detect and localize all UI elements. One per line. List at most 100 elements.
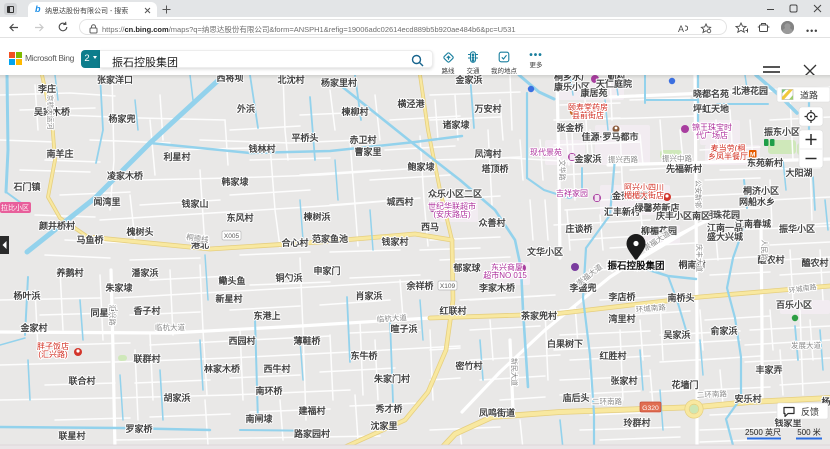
svg-text:X109: X109 — [440, 283, 456, 290]
svg-text:振东小区: 振东小区 — [764, 126, 800, 137]
svg-text:钱林村: 钱林村 — [248, 143, 275, 154]
svg-text:红胜村: 红胜村 — [599, 350, 626, 361]
svg-text:道路: 道路 — [800, 90, 818, 101]
svg-text:建福村: 建福村 — [298, 405, 325, 416]
svg-text:余祥桥: 余祥桥 — [405, 280, 434, 291]
svg-text:佳源·罗马都市: 佳源·罗马都市 — [582, 131, 639, 142]
svg-text:北港花园: 北港花园 — [732, 85, 768, 96]
svg-text:联群村: 联群村 — [133, 353, 160, 364]
svg-text:沈家里: 沈家里 — [370, 420, 397, 431]
svg-text:李店桥: 李店桥 — [607, 291, 636, 302]
svg-text:临杭大道: 临杭大道 — [155, 322, 185, 332]
svg-text:振华小区: 振华小区 — [779, 223, 815, 234]
svg-text:吉祥家园: 吉祥家园 — [556, 188, 588, 198]
svg-text:丰家弄: 丰家弄 — [755, 364, 782, 375]
svg-text:二环南路: 二环南路 — [697, 388, 728, 400]
svg-text:胡家浜: 胡家浜 — [163, 392, 190, 403]
svg-text:联合村: 联合村 — [68, 375, 95, 386]
svg-text:2500 英尺: 2500 英尺 — [745, 427, 781, 437]
svg-text:楣楣大街店: 楣楣大街店 — [624, 190, 664, 200]
svg-text:槐树头: 槐树头 — [125, 226, 153, 237]
svg-text:乡凤半餐厅: 乡凤半餐厅 — [708, 151, 748, 161]
svg-text:横泾港: 横泾港 — [397, 98, 425, 109]
svg-text:钱家山: 钱家山 — [181, 198, 208, 209]
svg-text:发展大道: 发展大道 — [791, 340, 821, 350]
svg-text:现代景苑: 现代景苑 — [530, 147, 562, 157]
svg-text:西牛村: 西牛村 — [263, 363, 290, 374]
svg-text:颜井桥村: 颜井桥村 — [39, 220, 75, 231]
svg-text:西园村: 西园村 — [228, 335, 255, 346]
svg-text:县前街店: 县前街店 — [572, 110, 604, 120]
svg-text:茶家兜村: 茶家兜村 — [520, 310, 557, 321]
svg-text:暄子浜: 暄子浜 — [390, 323, 417, 334]
svg-text:金家浜: 金家浜 — [573, 153, 601, 164]
svg-text:桐济小区: 桐济小区 — [743, 185, 779, 196]
svg-text:李庄: 李庄 — [37, 83, 56, 94]
svg-text:醠农村: 醠农村 — [801, 257, 828, 268]
svg-text:振兴中路: 振兴中路 — [662, 153, 692, 163]
svg-text:人民路: 人民路 — [760, 240, 769, 261]
svg-text:郁家球: 郁家球 — [452, 262, 481, 273]
svg-text:南桥头: 南桥头 — [667, 292, 694, 303]
svg-text:杨家兜: 杨家兜 — [108, 113, 135, 124]
svg-text:庙后头: 庙后头 — [562, 392, 589, 403]
svg-text:金家村: 金家村 — [19, 322, 47, 333]
svg-text:吴家浜: 吴家浜 — [663, 329, 690, 340]
svg-text:杨叶浜: 杨叶浜 — [13, 290, 40, 301]
svg-text:张家村: 张家村 — [610, 375, 637, 386]
svg-text:利星村: 利星村 — [162, 151, 190, 162]
svg-text:500 米: 500 米 — [797, 427, 821, 437]
svg-text:X005: X005 — [224, 233, 240, 240]
svg-text:俞家浜: 俞家浜 — [709, 325, 737, 336]
svg-text:西马: 西马 — [421, 222, 439, 232]
svg-text:范家鱼池: 范家鱼池 — [312, 233, 348, 244]
svg-text:振石控股集团: 振石控股集团 — [607, 260, 664, 272]
svg-text:湾里村: 湾里村 — [608, 313, 635, 324]
svg-text:楝柳村: 楝柳村 — [341, 106, 368, 117]
svg-text:南闸埭: 南闸埭 — [245, 413, 273, 424]
svg-text:肖家浜: 肖家浜 — [355, 290, 382, 301]
svg-text:南羊庄: 南羊庄 — [46, 148, 73, 159]
svg-text:G320: G320 — [642, 405, 659, 412]
svg-text:(汇兴路): (汇兴路) — [38, 349, 68, 359]
svg-text:潘家浜: 潘家浜 — [131, 267, 158, 278]
svg-text:振兴西路: 振兴西路 — [608, 154, 638, 164]
svg-text:新星村: 新星村 — [215, 293, 242, 304]
svg-text:安乐村: 安乐村 — [734, 393, 761, 404]
svg-text:凤鸣街道: 凤鸣街道 — [479, 407, 515, 418]
svg-text:南环桥: 南环桥 — [255, 385, 283, 396]
svg-text:东牛桥: 东牛桥 — [350, 350, 378, 361]
svg-text:鳓头鱼: 鳓头鱼 — [218, 275, 245, 286]
svg-text:文华路: 文华路 — [558, 160, 567, 181]
svg-text:韩家埭: 韩家埭 — [221, 176, 249, 187]
svg-text:文华小区: 文华小区 — [526, 246, 563, 257]
svg-text:东苑新村: 东苑新村 — [747, 157, 783, 168]
svg-text:拉比小区: 拉比小区 — [1, 203, 29, 212]
svg-text:众善村: 众善村 — [478, 217, 505, 228]
svg-text:坪虹天地: 坪虹天地 — [693, 103, 729, 114]
svg-text:养鹅村: 养鹅村 — [55, 267, 83, 278]
svg-text:张金桥: 张金桥 — [556, 122, 584, 133]
svg-text:网船水乡: 网船水乡 — [739, 196, 775, 207]
svg-text:万安村: 万安村 — [473, 103, 501, 114]
svg-text:塔顶桥: 塔顶桥 — [481, 163, 509, 174]
svg-text:凌家木桥: 凌家木桥 — [107, 170, 144, 181]
svg-text:盛大兴城: 盛大兴城 — [707, 231, 743, 242]
svg-text:路家园村: 路家园村 — [294, 428, 330, 439]
svg-text:众乐小区二区: 众乐小区二区 — [428, 188, 482, 199]
svg-text:赤卫村: 赤卫村 — [349, 134, 376, 145]
svg-text:晓都名苑: 晓都名苑 — [693, 88, 729, 99]
svg-text:合心村: 合心村 — [281, 237, 308, 248]
svg-text:百乐小区: 百乐小区 — [776, 299, 812, 310]
svg-text:A: A — [678, 24, 684, 34]
svg-text:代广场店: 代广场店 — [696, 130, 728, 140]
svg-text:铜勺浜: 铜勺浜 — [275, 272, 302, 283]
svg-text:(安庆路店): (安庆路店) — [433, 209, 471, 219]
svg-text:东风村: 东风村 — [226, 212, 253, 223]
svg-text:汇兴路: 汇兴路 — [108, 305, 117, 326]
svg-text:秀才桥: 秀才桥 — [374, 403, 403, 414]
svg-text:城西村: 城西村 — [386, 196, 413, 207]
svg-text:庆丰大道: 庆丰大道 — [695, 244, 704, 272]
svg-text:罗家桥: 罗家桥 — [125, 423, 153, 434]
svg-text:朱家门村: 朱家门村 — [373, 373, 410, 384]
